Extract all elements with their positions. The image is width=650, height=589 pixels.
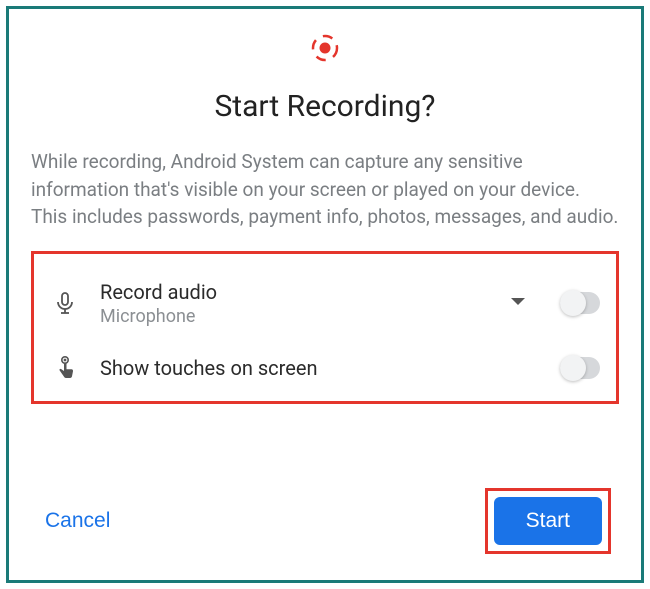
option-show-touches[interactable]: Show touches on screen	[44, 341, 606, 395]
touch-icon	[50, 355, 80, 381]
mic-icon	[50, 291, 80, 315]
option-record-audio[interactable]: Record audio Microphone	[44, 266, 606, 341]
options-highlight-box: Record audio Microphone Show touches on …	[31, 251, 619, 404]
option-show-touches-text: Show touches on screen	[100, 356, 540, 380]
toggle-show-touches[interactable]	[560, 357, 600, 379]
record-icon	[310, 33, 340, 67]
toggle-record-audio[interactable]	[560, 292, 600, 314]
start-button-highlight: Start	[485, 488, 611, 554]
option-record-audio-title: Record audio	[100, 280, 490, 304]
option-record-audio-text: Record audio Microphone	[100, 280, 490, 327]
dialog-actions: Cancel Start	[31, 488, 619, 554]
start-button[interactable]: Start	[494, 497, 602, 545]
chevron-down-icon[interactable]	[510, 295, 526, 311]
dialog-title: Start Recording?	[31, 89, 619, 124]
dialog-icon-row	[31, 33, 619, 67]
dialog-description: While recording, Android System can capt…	[31, 148, 619, 231]
cancel-button[interactable]: Cancel	[39, 499, 116, 543]
option-record-audio-subtitle: Microphone	[100, 306, 490, 327]
option-show-touches-title: Show touches on screen	[100, 356, 540, 380]
dialog-frame: Start Recording? While recording, Androi…	[6, 6, 644, 583]
